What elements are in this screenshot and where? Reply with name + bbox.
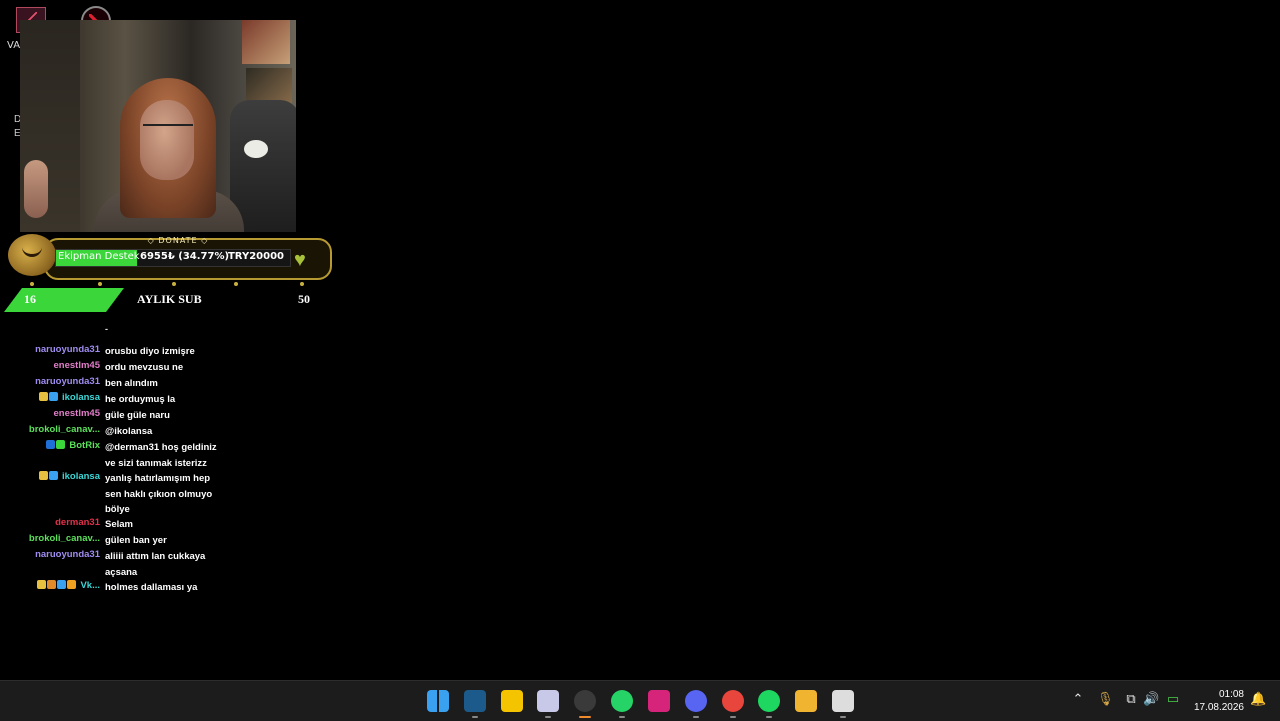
chat-message-text: @ikolansa [105,426,153,437]
donate-goal-name: Ekipman Destek [58,251,140,262]
running-indicator [619,716,625,718]
clock-date: 17.08.2026 [1193,702,1244,713]
chat-username: brokoli_canav... [29,533,100,544]
running-indicator [579,716,591,718]
chevron-up-icon[interactable]: ⌃ [1070,692,1086,708]
chat-message-text: ben alındım [105,378,158,389]
notification-bell-icon[interactable]: 🔔 [1250,692,1266,708]
chat-username: enestlm45 [54,408,100,419]
chat-message-text: gülen ban yer [105,535,167,546]
chat-username-text: naruoyunda31 [35,549,100,560]
chat-username-text: ikolansa [61,392,100,403]
sub-goal-fill [4,288,124,312]
running-indicator [840,716,846,718]
running-indicator [472,716,478,718]
poster-image [242,20,290,64]
crown-badge-icon [37,580,47,589]
chat-username-text: enestlm45 [53,360,100,371]
valorant-icon-label: VA [7,40,21,51]
file-explorer-icon[interactable] [795,690,817,712]
streamer-app-icon[interactable] [832,690,854,712]
mod-blue-badge-icon [46,440,56,449]
bot-green-badge-icon [56,440,66,449]
chat-username: naruoyunda31 [35,376,100,387]
sub-blue-badge-icon [57,580,67,589]
sticky-notes-icon[interactable] [501,690,523,712]
obs-icon[interactable] [574,690,596,712]
sub-goal-bar: 16 AYLIK SUB 50 [4,288,324,312]
chat-message-text: ordu mevzusu ne [105,362,184,373]
chat-username: ikolansa [38,392,100,403]
donate-header: ◇ DONATE ◇ [147,236,209,245]
chat-username-text: brokoli_canav... [28,533,100,544]
chat-message-text: @derman31 hoş geldiniz ve sizi tanımak i… [105,442,217,469]
chat-message-text: he orduymuş la [105,394,176,405]
donate-progress-bar: Ekipman Destek 6955₺ (34.77%) TRY20000 [55,249,291,267]
chat-username-text: enestlm45 [53,408,100,419]
chat-username-text: naruoyunda31 [35,376,100,387]
mascot-icon [8,234,56,276]
chat-username: brokoli_canav... [29,424,100,435]
chat-username: naruoyunda31 [35,549,100,560]
sub-goal-title: AYLIK SUB [137,292,202,306]
running-indicator [766,716,772,718]
chat-username-text: brokoli_canav... [28,424,100,435]
chat-message-text: Selam [105,519,133,530]
chat-message-text: orusbu diyo izmişre [105,346,195,357]
discord-icon[interactable] [685,690,707,712]
snipping-tool-icon[interactable] [537,690,559,712]
instagram-icon[interactable] [648,690,670,712]
sub-goal-target: 50 [298,292,310,306]
sub-blue-badge-icon [48,471,58,480]
chat-username: ikolansa [38,471,100,482]
crown-badge-icon [38,392,48,401]
taskbar: ⌃ 🎙 ⧉ 🔊 ▭ 01:08 17.08.2026 🔔 [0,680,1280,721]
chat-username: Vk... [37,580,100,591]
chat-scroll-fragment: - [105,324,108,334]
clock[interactable]: 01:08 17.08.2026 [1194,688,1244,714]
whatsapp-icon[interactable] [611,690,633,712]
chat-username-text: Vk... [80,580,100,591]
gift-badge-icon [47,580,57,589]
clock-time: 01:08 [1218,689,1244,700]
network-icon[interactable]: ⧉ [1123,692,1139,708]
chat-username-text: naruoyunda31 [35,344,100,355]
sub-blue-badge-icon [48,392,58,401]
chat-message-text: aliiii attım lan cukkaya açsana [105,551,206,578]
chat-username-text: ikolansa [61,471,100,482]
og-badge-icon [67,580,77,589]
donate-amount: 6955₺ (34.77%) [140,251,230,262]
chrome-icon[interactable] [722,690,744,712]
running-indicator [693,716,699,718]
chat-username: naruoyunda31 [35,344,100,355]
microphone-icon[interactable]: 🎙 [1097,692,1114,708]
heart-icon: ♥ [294,249,306,271]
chat-username-text: derman31 [55,517,100,528]
chat-message-text: yanlış hatırlamışım hep sen haklı çıkıon… [105,473,213,515]
running-indicator [545,716,551,718]
chat-username-text: BotRix [69,440,100,451]
running-indicator [730,716,736,718]
chat-username: BotRix [46,440,100,451]
crown-badge-icon [38,471,48,480]
battery-icon[interactable]: ▭ [1165,692,1181,708]
windows-start-icon[interactable] [427,690,449,712]
chat-username: enestlm45 [54,360,100,371]
chat-message-text: holmes dallaması ya [105,582,198,593]
sub-current-count: 16 [24,292,36,306]
steam-icon[interactable] [464,690,486,712]
volume-icon[interactable]: 🔊 [1143,692,1159,708]
donate-goal-widget: ◇ DONATE ◇ Ekipman Destek 6955₺ (34.77%)… [8,230,332,286]
chat-message-text: güle güle naru [105,410,170,421]
spotify-icon[interactable] [758,690,780,712]
webcam-feed [20,20,296,232]
chat-username: derman31 [55,517,100,528]
donate-goal-target: TRY20000 [227,251,284,262]
